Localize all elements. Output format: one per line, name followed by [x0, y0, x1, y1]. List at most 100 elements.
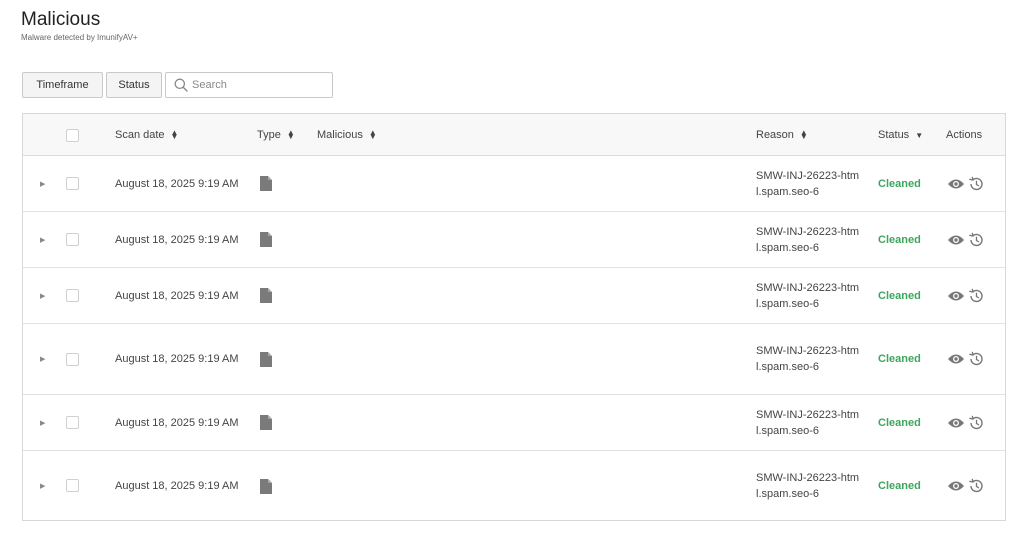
expand-row-button[interactable]: ▶	[40, 451, 45, 521]
history-icon[interactable]	[966, 230, 986, 250]
status-badge: Cleaned	[878, 289, 921, 302]
status-badge: Cleaned	[878, 480, 921, 492]
column-malicious-label: Malicious	[317, 129, 363, 141]
table-row[interactable]: ▶ August 18, 2025 9:19 AM SMW-INJ-26223-…	[23, 395, 1005, 451]
reason: SMW-INJ-26223-htm l.spam.seo-6	[756, 395, 859, 450]
sort-icon: ▲ ▼	[368, 128, 377, 141]
reason: SMW-INJ-26223-htm l.spam.seo-6	[756, 268, 859, 323]
column-status-label: Status	[878, 129, 910, 141]
file-icon	[260, 395, 272, 450]
malicious-table: Scan date ▲ ▼ Type ▲ ▼ Malicious ▲ ▼ Reason…	[22, 113, 1006, 521]
caret-right-icon: ▶	[40, 483, 46, 490]
eye-icon[interactable]	[946, 286, 966, 306]
sort-icon: ▲ ▼	[286, 128, 295, 141]
reason-line: l.spam.seo-6	[756, 185, 819, 198]
status-badge: Cleaned	[878, 416, 921, 429]
reason-line: SMW-INJ-26223-htm	[756, 225, 860, 238]
status-badge: Cleaned	[878, 177, 921, 190]
eye-icon[interactable]	[946, 413, 966, 433]
caret-right-icon: ▶	[40, 180, 46, 188]
row-actions	[946, 156, 986, 211]
column-status[interactable]: Status ▼	[878, 114, 923, 156]
caret-right-icon: ▶	[40, 292, 46, 300]
scan-date: August 18, 2025 9:19 AM	[115, 233, 239, 246]
file-icon	[260, 451, 272, 521]
history-icon[interactable]	[966, 286, 986, 306]
reason-line: SMW-INJ-26223-htm	[756, 281, 860, 294]
reason: SMW-INJ-26223-htm l.spam.seo-6	[756, 212, 859, 267]
eye-icon[interactable]	[946, 476, 966, 496]
select-all-checkbox[interactable]	[66, 129, 79, 142]
caret-down-icon: ▼	[915, 130, 924, 140]
file-icon	[260, 156, 272, 211]
caret-right-icon: ▶	[40, 356, 46, 363]
page-title: Malicious	[21, 9, 101, 30]
history-icon[interactable]	[966, 349, 986, 369]
timeframe-filter-button[interactable]: Timeframe	[22, 72, 103, 98]
eye-icon[interactable]	[946, 230, 966, 250]
table-header: Scan date ▲ ▼ Type ▲ ▼ Malicious ▲ ▼ Reason…	[23, 114, 1005, 156]
sort-icon: ▲ ▼	[799, 128, 808, 141]
row-actions	[946, 268, 986, 323]
row-actions	[946, 451, 986, 521]
row-actions	[946, 324, 986, 394]
reason-line: l.spam.seo-6	[756, 297, 819, 310]
row-checkbox[interactable]	[66, 233, 79, 246]
reason: SMW-INJ-26223-htm l.spam.seo-6	[756, 156, 859, 211]
reason-line: SMW-INJ-26223-htm	[756, 472, 860, 484]
status-filter-button[interactable]: Status	[106, 72, 162, 98]
table-row[interactable]: ▶ August 18, 2025 9:19 AM SMW-INJ-26223-…	[23, 268, 1005, 324]
column-scan-date-label: Scan date	[115, 129, 165, 141]
expand-row-button[interactable]: ▶	[40, 395, 45, 450]
history-icon[interactable]	[966, 413, 986, 433]
column-malicious[interactable]: Malicious ▲ ▼	[317, 114, 377, 156]
history-icon[interactable]	[966, 174, 986, 194]
reason-line: l.spam.seo-6	[756, 241, 819, 254]
row-checkbox[interactable]	[66, 416, 79, 429]
reason-line: l.spam.seo-6	[756, 361, 819, 373]
reason: SMW-INJ-26223-htm l.spam.seo-6	[756, 451, 859, 521]
expand-row-button[interactable]: ▶	[40, 324, 45, 394]
scan-date: August 18, 2025 9:19 AM	[115, 416, 239, 429]
eye-icon[interactable]	[946, 174, 966, 194]
sort-icon: ▲ ▼	[170, 128, 179, 141]
caret-right-icon: ▶	[40, 236, 46, 244]
status-badge: Cleaned	[878, 233, 921, 246]
file-icon	[260, 324, 272, 394]
row-checkbox[interactable]	[66, 353, 79, 366]
history-icon[interactable]	[966, 476, 986, 496]
row-actions	[946, 395, 986, 450]
column-reason[interactable]: Reason ▲ ▼	[756, 114, 808, 156]
table-row[interactable]: ▶ August 18, 2025 9:19 AM SMW-INJ-26223-…	[23, 212, 1005, 268]
column-type-label: Type	[257, 129, 281, 141]
table-row[interactable]: ▶ August 18, 2025 9:19 AM SMW-INJ-26223-…	[23, 156, 1005, 212]
row-checkbox[interactable]	[66, 289, 79, 302]
row-checkbox[interactable]	[66, 479, 79, 492]
expand-row-button[interactable]: ▶	[40, 156, 45, 211]
column-actions: Actions	[946, 114, 982, 156]
search-input[interactable]	[192, 79, 322, 91]
expand-row-button[interactable]: ▶	[40, 268, 45, 323]
expand-row-button[interactable]: ▶	[40, 212, 45, 267]
reason-line: SMW-INJ-26223-htm	[756, 169, 860, 182]
file-icon	[260, 212, 272, 267]
row-actions	[946, 212, 986, 267]
column-scan-date[interactable]: Scan date ▲ ▼	[115, 114, 178, 156]
page-subtitle: Malware detected by ImunifyAV+	[21, 33, 138, 42]
row-checkbox[interactable]	[66, 177, 79, 190]
reason-line: SMW-INJ-26223-htm	[756, 345, 860, 357]
reason-line: l.spam.seo-6	[756, 424, 819, 437]
table-row[interactable]: ▶ August 18, 2025 9:19 AM SMW-INJ-26223-…	[23, 451, 1005, 521]
search-icon	[170, 72, 192, 98]
scan-date: August 18, 2025 9:19 AM	[115, 353, 239, 365]
column-type[interactable]: Type ▲ ▼	[257, 114, 295, 156]
table-row[interactable]: ▶ August 18, 2025 9:19 AM SMW-INJ-26223-…	[23, 324, 1005, 395]
eye-icon[interactable]	[946, 349, 966, 369]
file-icon	[260, 268, 272, 323]
search-box	[165, 72, 333, 98]
reason-line: SMW-INJ-26223-htm	[756, 408, 860, 421]
scan-date: August 18, 2025 9:19 AM	[115, 480, 239, 492]
reason-line: l.spam.seo-6	[756, 488, 819, 500]
reason: SMW-INJ-26223-htm l.spam.seo-6	[756, 324, 859, 394]
scan-date: August 18, 2025 9:19 AM	[115, 177, 239, 190]
